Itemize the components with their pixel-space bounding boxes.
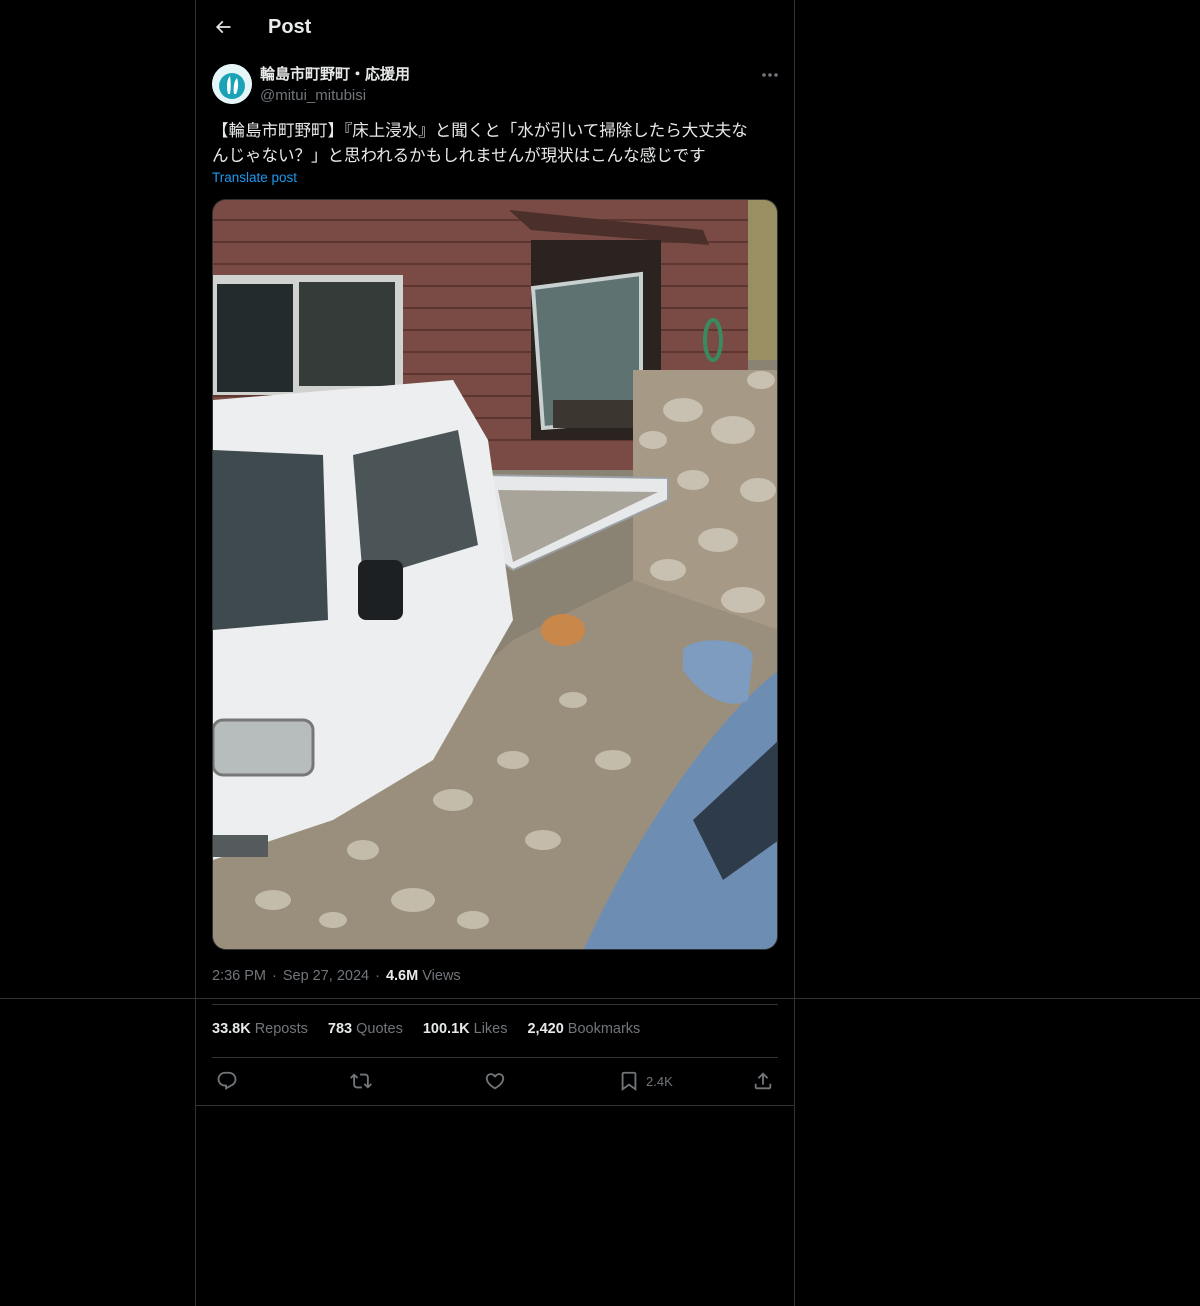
post-date[interactable]: Sep 27, 2024 [283,968,369,984]
repost-icon [350,1073,372,1089]
page-header: Post [212,0,780,54]
bookmarks-stat[interactable]: 2,420 Bookmarks [527,1021,640,1037]
bookmark-button[interactable]: 2.4K [618,1068,673,1094]
divider [212,1004,778,1005]
reply-icon [217,1071,237,1090]
bookmark-count: 2.4K [646,1073,673,1089]
main-column: Post 輪島市町野町・応援用 @mitui_mitubisi 【輪島市町野町】… [195,0,795,1306]
author-display-name[interactable]: 輪島市町野町・応援用 [260,64,410,86]
views-count: 4.6M [385,968,419,984]
heart-icon [485,1073,505,1090]
meta-separator: · [272,968,277,984]
meta-separator: · [375,968,380,984]
post-author: 輪島市町野町・応援用 @mitui_mitubisi [212,64,780,108]
likes-stat[interactable]: 100.1K Likes [423,1021,508,1037]
post-stats: 33.8K Reposts 783 Quotes 100.1K Likes 2,420… [212,1021,640,1037]
horizontal-divider [195,1105,795,1106]
post-meta: 2:36 PM · Sep 27, 2024 · 4.6M Views [212,968,461,984]
bookmark-icon [621,1071,637,1092]
horizontal-divider [0,998,1200,999]
repost-button[interactable] [350,1068,372,1094]
share-button[interactable] [752,1068,774,1094]
divider [212,1057,778,1058]
reply-button[interactable] [216,1068,238,1094]
post-actions: 2.4K [212,1068,778,1094]
views-label: Views [422,968,461,984]
like-button[interactable] [484,1068,506,1094]
avatar-image [212,64,252,104]
post-photo[interactable] [212,199,778,950]
more-options-button[interactable] [760,68,780,82]
arrow-left-icon [215,20,231,34]
more-horizontal-icon [762,73,778,77]
back-button[interactable] [212,16,234,38]
post-text: 【輪島市町野町】『床上浸水』と聞くと「水が引いて掃除したら大丈夫な んじゃない？… [212,122,748,165]
page-title: Post [268,15,312,38]
post-time[interactable]: 2:36 PM [212,968,266,984]
share-icon [754,1072,772,1090]
author-handle[interactable]: @mitui_mitubisi [260,86,410,106]
reposts-stat[interactable]: 33.8K Reposts [212,1021,308,1037]
avatar[interactable] [212,64,252,104]
quotes-stat[interactable]: 783 Quotes [328,1021,403,1037]
translate-post-link[interactable]: Translate post [212,170,297,185]
photo-truck-in-debris [213,200,777,949]
